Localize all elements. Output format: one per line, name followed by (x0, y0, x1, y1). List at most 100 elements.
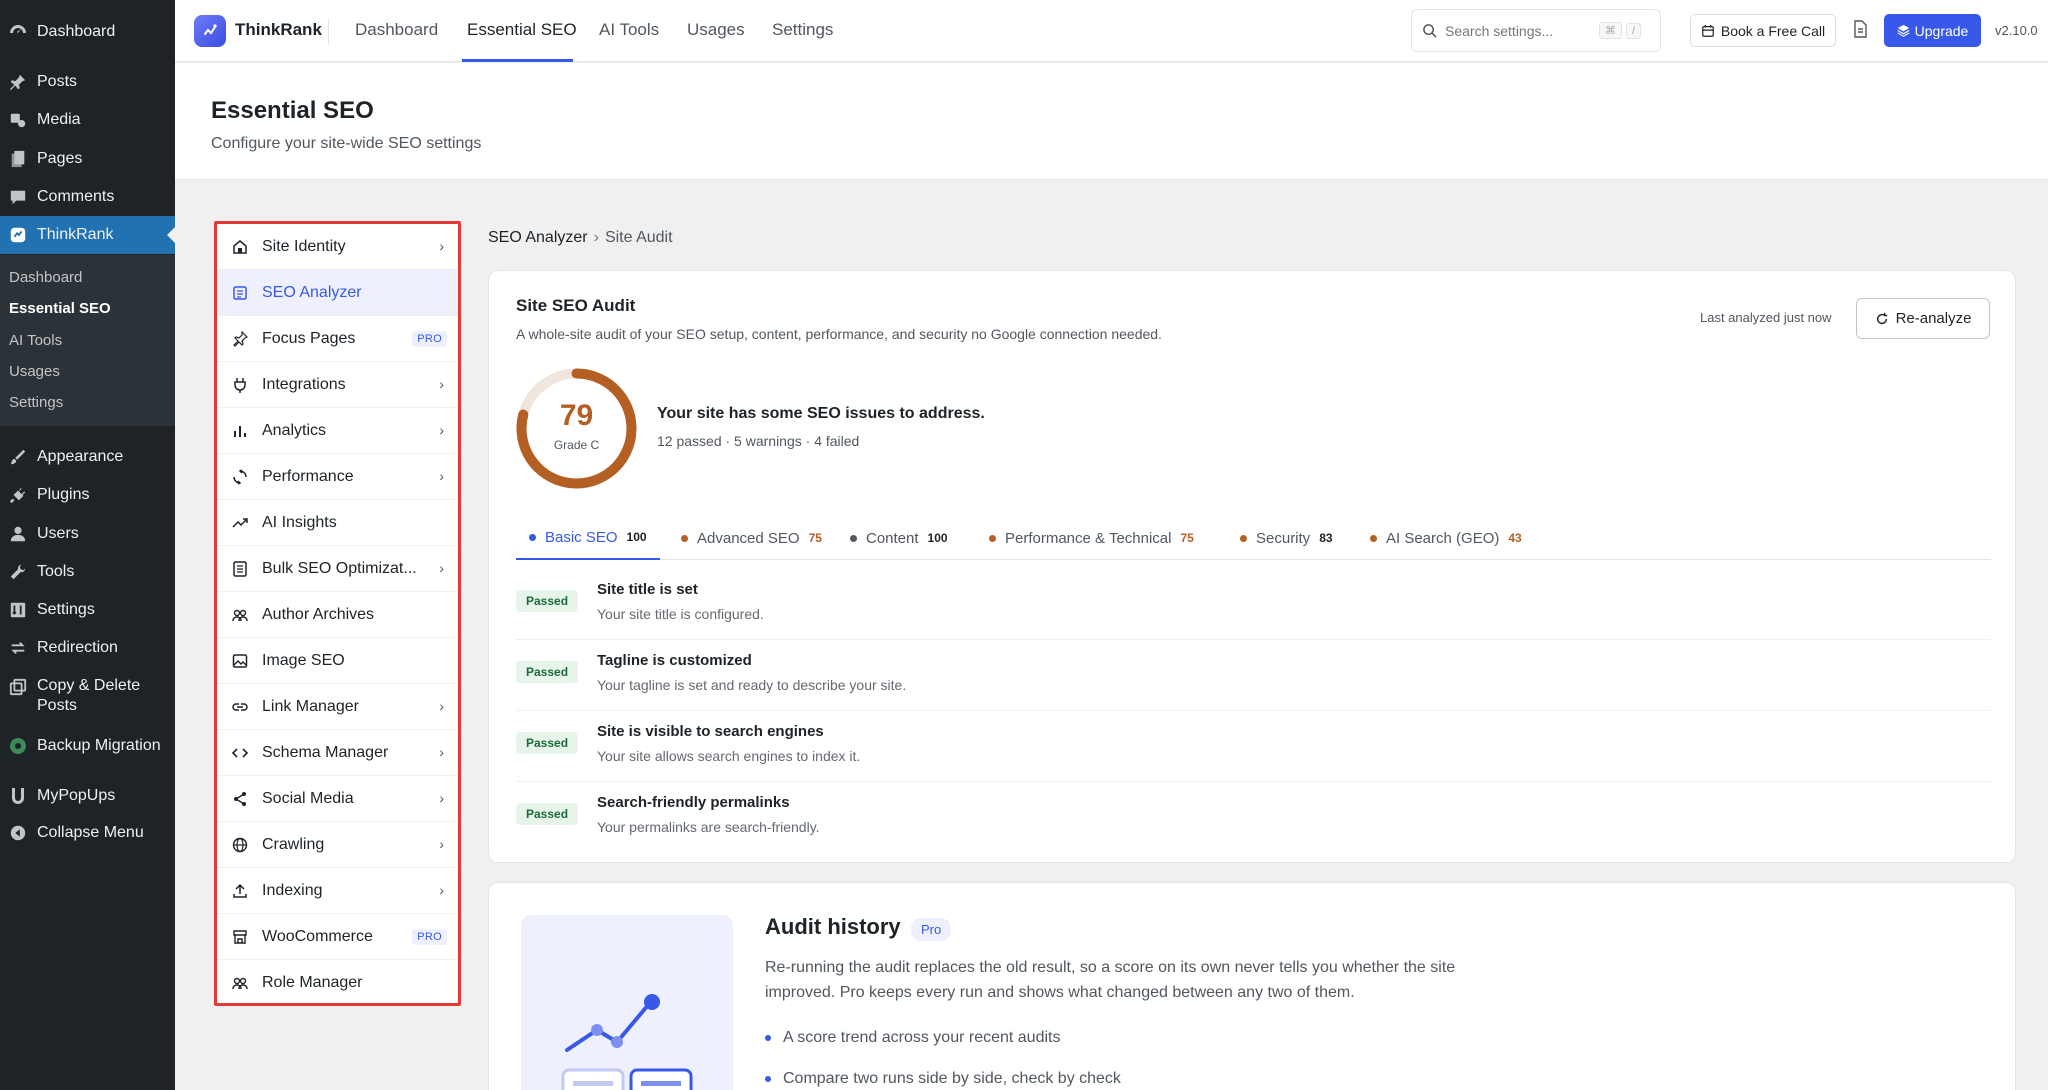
wp-submenu-ai-tools[interactable]: AI Tools (9, 332, 62, 349)
thinkrank-logo-icon[interactable] (194, 15, 226, 47)
settings-nav-label: Indexing (262, 881, 323, 899)
wp-menu-comments[interactable]: Comments (0, 183, 175, 211)
settings-nav-focus-pages[interactable]: Focus Pages PRO (217, 316, 458, 362)
wp-menu-settings[interactable]: Settings (0, 596, 175, 624)
settings-nav-schema-manager[interactable]: Schema Manager › (217, 730, 458, 776)
wp-menu-thinkrank[interactable]: ThinkRank (0, 216, 175, 254)
settings-nav-role-manager[interactable]: Role Manager (217, 960, 458, 1006)
wp-menu-redirection[interactable]: Redirection (0, 634, 175, 662)
wp-menu-media[interactable]: Media (0, 106, 175, 134)
user-icon (7, 523, 29, 545)
settings-nav-ai-insights[interactable]: AI Insights (217, 500, 458, 546)
tab-performance-technical[interactable]: Performance & Technical 75 (976, 516, 1207, 560)
image-icon (231, 652, 249, 670)
plugin-icon (7, 484, 29, 506)
nav-essential-seo[interactable]: Essential SEO (467, 20, 577, 40)
chevron-right-icon: › (439, 836, 444, 852)
chevron-right-icon: › (439, 790, 444, 806)
wp-menu-users[interactable]: Users (0, 520, 175, 548)
link-icon (231, 698, 249, 716)
tab-content[interactable]: Content 100 (837, 516, 961, 560)
store-icon (231, 928, 249, 946)
re-analyze-button[interactable]: Re-analyze (1856, 298, 1990, 339)
tab-label: Advanced SEO (697, 529, 800, 547)
settings-nav-bulk-seo[interactable]: Bulk SEO Optimizat... › (217, 546, 458, 592)
upgrade-button[interactable]: Upgrade (1884, 14, 1981, 47)
wp-submenu-usages[interactable]: Usages (9, 363, 60, 380)
settings-nav-social-media[interactable]: Social Media › (217, 776, 458, 822)
wp-menu-label: Dashboard (37, 23, 116, 40)
settings-nav-label: Analytics (262, 421, 327, 439)
documentation-icon[interactable] (1852, 20, 1868, 38)
bullet-icon (765, 1076, 771, 1082)
status-dot (681, 534, 688, 542)
wp-menu-backup-migration[interactable]: Backup Migration (0, 732, 175, 760)
settings-search[interactable]: ⌘ / (1411, 9, 1661, 52)
nav-usages[interactable]: Usages (687, 20, 745, 40)
pin-icon (231, 330, 249, 348)
page-subtitle: Configure your site-wide SEO settings (211, 135, 482, 152)
tab-ai-search-geo[interactable]: AI Search (GEO) 43 (1357, 516, 1535, 560)
audit-check-row: Passed Site title is set Your site title… (516, 569, 1991, 640)
settings-nav-label: Role Manager (262, 974, 363, 991)
wp-menu-label: Posts (37, 73, 78, 90)
breadcrumb: SEO Analyzer › Site Audit (488, 229, 673, 247)
wp-menu-dashboard[interactable]: Dashboard (0, 18, 175, 46)
wp-menu-mypopups[interactable]: MyPopUps (0, 782, 175, 810)
check-title: Search-friendly permalinks (597, 794, 790, 811)
check-description: Your site allows search engines to index… (597, 748, 861, 764)
wp-menu-collapse[interactable]: Collapse Menu (0, 819, 175, 847)
settings-nav-site-identity[interactable]: Site Identity › (217, 224, 458, 270)
site-audit-card: Site SEO Audit A whole-site audit of you… (488, 270, 2016, 863)
tab-security[interactable]: Security 83 (1227, 516, 1346, 560)
plug-icon (231, 376, 249, 394)
wp-menu-appearance[interactable]: Appearance (0, 443, 175, 471)
settings-nav-seo-analyzer[interactable]: SEO Analyzer (217, 270, 458, 316)
wp-menu-copy-delete-posts[interactable]: Copy & Delete Posts (0, 676, 175, 720)
settings-icon (7, 599, 29, 621)
upload-icon (231, 882, 249, 900)
settings-nav-crawling[interactable]: Crawling › (217, 822, 458, 868)
wp-submenu-settings[interactable]: Settings (9, 394, 63, 411)
passed-badge: Passed (516, 661, 579, 683)
tab-advanced-seo[interactable]: Advanced SEO 75 (668, 516, 835, 560)
settings-nav-link-manager[interactable]: Link Manager › (217, 684, 458, 730)
nav-settings[interactable]: Settings (772, 20, 833, 40)
plugin-topbar: ThinkRank Dashboard Essential SEO AI Too… (175, 0, 2048, 62)
status-dot (850, 534, 857, 542)
breadcrumb-parent[interactable]: SEO Analyzer (488, 229, 588, 246)
wp-submenu-essential-seo[interactable]: Essential SEO (9, 300, 111, 317)
nav-ai-tools[interactable]: AI Tools (599, 20, 659, 40)
search-input[interactable] (1445, 22, 1595, 39)
settings-nav-integrations[interactable]: Integrations › (217, 362, 458, 408)
pages-icon (7, 148, 29, 170)
nav-active-indicator (462, 59, 573, 62)
wp-menu-label: MyPopUps (37, 787, 116, 804)
history-feature-label: A score trend across your recent audits (783, 1029, 1061, 1046)
trend-icon (231, 514, 249, 532)
wp-menu-tools[interactable]: Tools (0, 558, 175, 586)
audit-check-row: Passed Search-friendly permalinks Your p… (516, 782, 1991, 853)
settings-nav-label: Link Manager (262, 697, 359, 715)
settings-nav-performance[interactable]: Performance › (217, 454, 458, 500)
settings-nav-image-seo[interactable]: Image SEO (217, 638, 458, 684)
globe-icon (231, 836, 249, 854)
thinkrank-icon (7, 224, 29, 246)
breadcrumb-separator: › (593, 229, 599, 246)
tab-basic-seo[interactable]: Basic SEO 100 (516, 516, 660, 560)
settings-nav-author-archives[interactable]: Author Archives (217, 592, 458, 638)
brand-name: ThinkRank (235, 20, 322, 39)
wp-menu-pages[interactable]: Pages (0, 145, 175, 173)
wp-submenu-dashboard[interactable]: Dashboard (9, 269, 82, 286)
media-icon (7, 109, 29, 131)
book-free-call-button[interactable]: Book a Free Call (1690, 14, 1836, 47)
settings-nav-woocommerce[interactable]: WooCommerce PRO (217, 914, 458, 960)
wp-menu-posts[interactable]: Posts (0, 68, 175, 96)
check-description: Your permalinks are search-friendly. (597, 819, 820, 835)
status-dot (1240, 534, 1247, 542)
nav-dashboard[interactable]: Dashboard (355, 20, 438, 40)
wp-menu-plugins[interactable]: Plugins (0, 481, 175, 509)
settings-nav-indexing[interactable]: Indexing › (217, 868, 458, 914)
audit-history-description: Re-running the audit replaces the old re… (765, 959, 1456, 1001)
settings-nav-analytics[interactable]: Analytics › (217, 408, 458, 454)
